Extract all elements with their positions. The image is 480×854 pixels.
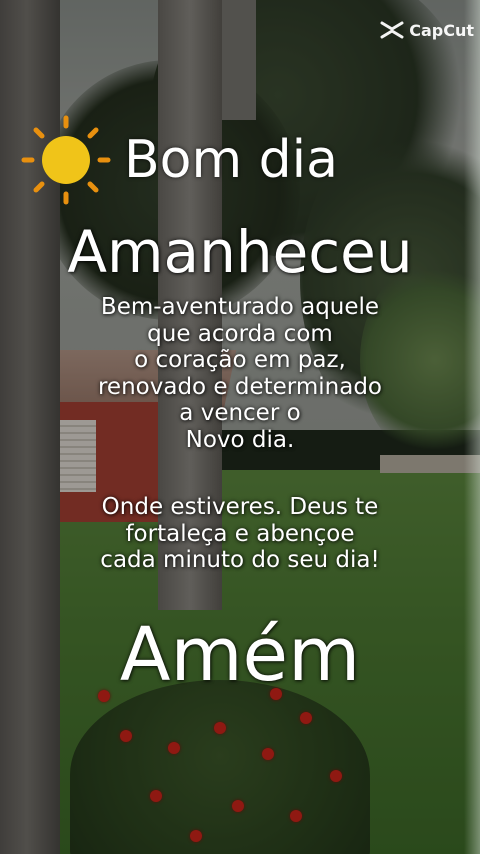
message-line: fortaleça e abençoe	[125, 520, 355, 547]
message-line: a vencer o	[179, 400, 301, 426]
message-line: renovado e determinado	[97, 373, 382, 400]
message-line: Onde estiveres. Deus te	[101, 494, 379, 520]
greeting-text: Bom dia	[124, 130, 338, 190]
sun-icon	[21, 115, 111, 205]
capcut-watermark: CapCut	[380, 20, 474, 40]
message-line: que acorda com	[147, 320, 333, 347]
title: Amanheceu	[67, 218, 413, 286]
closing-word: Amém	[119, 612, 361, 698]
message-paragraph-2: Onde estiveres. Deus te fortaleça e aben…	[0, 494, 480, 574]
video-frame: CapCut Bom dia Amanheceu Bem-aventurado …	[0, 0, 480, 854]
message-line: Novo dia.	[185, 426, 295, 453]
capcut-logo-icon	[380, 21, 404, 39]
watermark-brand: CapCut	[409, 20, 474, 40]
message-line: cada minuto do seu dia!	[100, 547, 380, 573]
message-paragraph-1: Bem-aventurado aquele que acorda com o c…	[0, 294, 480, 453]
message-line: Bem-aventurado aquele	[100, 294, 380, 320]
greeting: Bom dia	[18, 112, 338, 208]
message-line: o coração em paz,	[134, 347, 346, 373]
